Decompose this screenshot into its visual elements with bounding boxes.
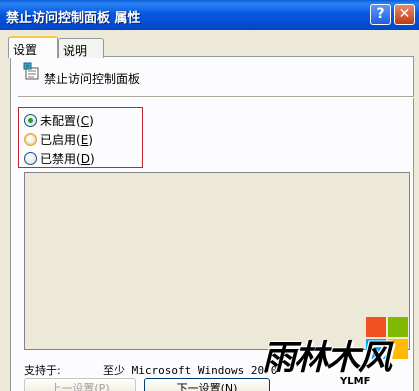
title-bar[interactable]: 禁止访问控制面板 属性 ? ✕ bbox=[0, 0, 419, 30]
radio-enabled[interactable]: 已启用(E) bbox=[24, 131, 93, 147]
radio-disabled[interactable]: 已禁用(D) bbox=[24, 150, 95, 166]
radio-button[interactable] bbox=[24, 133, 37, 146]
supported-on-value: 至少 Microsoft Windows 2000 bbox=[103, 364, 278, 377]
supported-on-label: 支持于: bbox=[24, 364, 61, 377]
window-title: 禁止访问控制面板 属性 bbox=[6, 11, 141, 26]
next-setting-button[interactable]: 下一设置(N) bbox=[144, 378, 270, 391]
radio-label: 已启用(E) bbox=[40, 133, 93, 147]
close-button[interactable]: ✕ bbox=[394, 4, 415, 25]
tab-explain[interactable]: 说明 bbox=[58, 38, 104, 58]
watermark-logo: 雨林木风 YLMF bbox=[262, 312, 419, 391]
radio-not-configured[interactable]: 未配置(C) bbox=[24, 112, 94, 128]
watermark-subtext: YLMF bbox=[340, 376, 371, 387]
previous-setting-button[interactable]: 上一设置(P) bbox=[24, 378, 136, 391]
radio-label: 已禁用(D) bbox=[40, 152, 95, 166]
radio-button[interactable] bbox=[24, 114, 37, 127]
help-button[interactable]: ? bbox=[370, 4, 391, 25]
setting-name: 禁止访问控制面板 bbox=[44, 72, 141, 86]
separator bbox=[18, 96, 414, 98]
tab-settings[interactable]: 设置 bbox=[8, 36, 58, 58]
radio-label: 未配置(C) bbox=[40, 114, 94, 128]
watermark-text: 雨林木风 bbox=[262, 338, 392, 378]
radio-button[interactable] bbox=[24, 152, 37, 165]
policy-setting-icon bbox=[23, 62, 39, 80]
